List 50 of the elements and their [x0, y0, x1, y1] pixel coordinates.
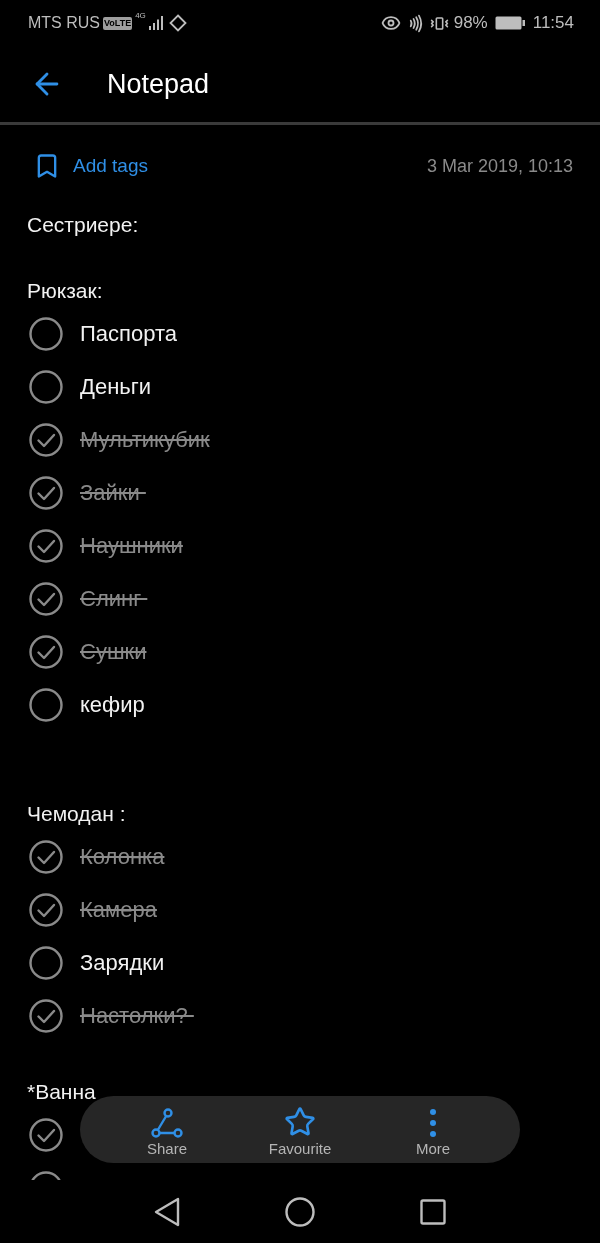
- checkbox[interactable]: [29, 528, 63, 563]
- clock: 11:54: [532, 12, 574, 35]
- note-date: 3 Mar 2019, 10:13: [426, 154, 573, 178]
- checkbox[interactable]: [29, 475, 63, 510]
- checkbox[interactable]: [29, 422, 63, 457]
- checkbox[interactable]: [29, 369, 63, 404]
- checklist-item-text: Колонка: [80, 843, 165, 871]
- note-heading: Сестриере:: [27, 211, 139, 238]
- checkbox[interactable]: [29, 839, 63, 874]
- volte-badge: VoLTE: [103, 16, 133, 30]
- checkbox[interactable]: [29, 998, 63, 1033]
- checklist-item-text: Настолки?: [80, 1002, 189, 1030]
- home-icon[interactable]: [285, 1196, 315, 1227]
- share-icon: [151, 1107, 183, 1138]
- note-heading: *Ванна: [27, 1078, 96, 1105]
- checklist-item-text: кефир: [80, 691, 145, 719]
- checklist-item-text: Мультикубик: [80, 426, 210, 454]
- checkbox[interactable]: [29, 634, 63, 669]
- more-button[interactable]: More: [366, 1099, 500, 1160]
- battery-percent: 98%: [453, 12, 488, 35]
- recents-icon[interactable]: [420, 1198, 446, 1225]
- checkbox[interactable]: [29, 1117, 63, 1152]
- back-icon[interactable]: [154, 1196, 180, 1227]
- signal-icon: [148, 16, 163, 30]
- share-button[interactable]: Share: [100, 1099, 234, 1160]
- checklist-item-text: Сушки: [80, 638, 147, 666]
- network-type: 4G: [135, 12, 146, 20]
- carrier-name: MTS RUS: [28, 13, 100, 33]
- checklist-item-text: Камера: [80, 896, 157, 924]
- checklist-item-text: Зарядки: [80, 949, 165, 977]
- checkbox[interactable]: [29, 316, 63, 351]
- note-heading: Рюкзак:: [27, 277, 103, 304]
- page-title: Notepad: [107, 67, 210, 101]
- more-icon: [429, 1107, 437, 1138]
- star-icon: [283, 1105, 317, 1138]
- checkbox[interactable]: [29, 892, 63, 927]
- checklist-item-text: Наушники: [80, 532, 183, 560]
- checklist-item-text: Паспорта: [80, 320, 177, 348]
- checklist-item-text: Зайки: [80, 479, 141, 507]
- checklist-item-text: Деньги: [80, 373, 152, 401]
- favourite-button[interactable]: Favourite: [233, 1099, 367, 1160]
- battery-icon: [494, 16, 525, 30]
- add-tags-link[interactable]: Add tags: [73, 151, 148, 181]
- eye-icon: [380, 13, 401, 33]
- checkbox[interactable]: [29, 945, 63, 980]
- checklist-item-text: Слинг: [80, 585, 143, 613]
- diamond-icon: [168, 14, 187, 32]
- checkbox[interactable]: [29, 687, 63, 722]
- note-heading: Чемодан :: [27, 800, 126, 827]
- checkbox[interactable]: [29, 581, 63, 616]
